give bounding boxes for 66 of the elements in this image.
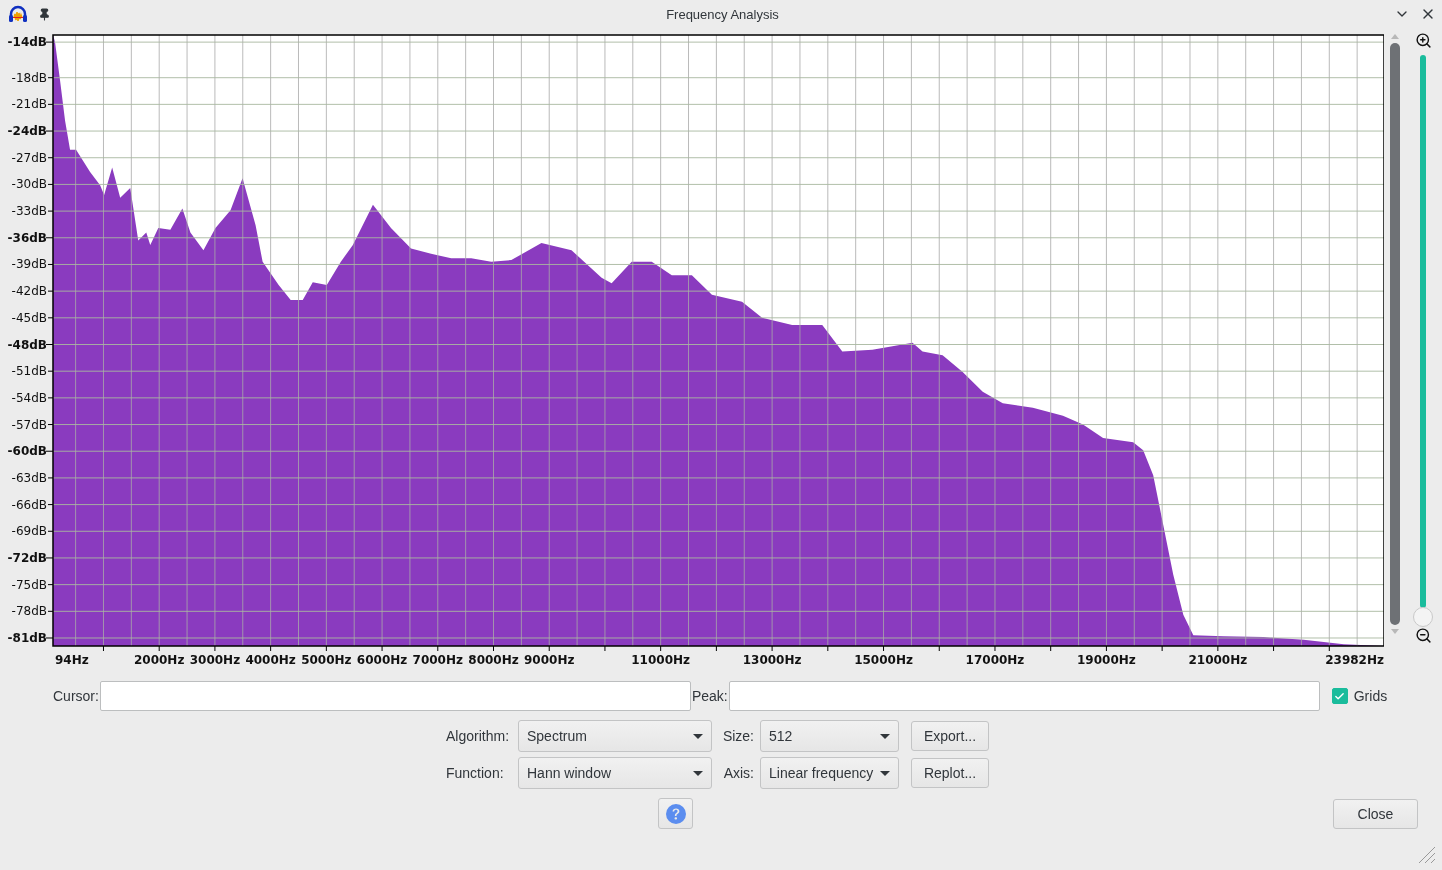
zoom-out-icon[interactable] <box>1414 627 1432 644</box>
action-button[interactable]: Export... <box>911 721 989 751</box>
x-axis-label: 19000Hz <box>1077 653 1136 667</box>
x-axis-label: 13000Hz <box>742 653 802 667</box>
y-axis-label: -33dB <box>11 204 47 219</box>
y-axis-label: -39dB <box>11 257 47 272</box>
y-axis-label: -42dB <box>11 284 47 299</box>
setting-dropdown[interactable]: Linear frequency <box>760 757 899 789</box>
scroll-down-icon[interactable] <box>1391 629 1399 634</box>
setting-label: Function: <box>446 765 505 781</box>
x-axis-label: 9000Hz <box>524 653 575 667</box>
y-axis-label: -66dB <box>11 497 47 512</box>
x-axis-label: 94Hz <box>55 653 89 667</box>
y-axis-label: -75dB <box>11 577 47 592</box>
y-axis-label: -21dB <box>11 97 47 112</box>
grids-label: Grids <box>1353 688 1388 704</box>
y-axis-label: -81dB <box>7 631 47 645</box>
setting-dropdown[interactable]: Spectrum <box>518 720 712 752</box>
close-button[interactable]: Close <box>1333 798 1418 829</box>
y-axis-label: -63dB <box>11 470 47 485</box>
scroll-up-icon[interactable] <box>1391 34 1399 39</box>
x-axis-label: 4000Hz <box>245 653 296 667</box>
grids-checkbox[interactable] <box>1331 688 1348 704</box>
setting-label: Axis: <box>722 765 754 781</box>
help-button[interactable] <box>658 798 693 829</box>
slider-handle[interactable] <box>1413 607 1433 627</box>
setting-dropdown[interactable]: 512 <box>760 720 899 752</box>
window-title: Frequency Analysis <box>665 6 780 22</box>
x-axis-label: 5000Hz <box>301 653 352 667</box>
y-axis-label: -54dB <box>11 390 47 405</box>
y-axis-label: -36dB <box>7 230 47 245</box>
question-mark-icon <box>665 803 686 824</box>
y-axis-label: -69dB <box>11 524 47 539</box>
y-axis-label: -14dB <box>7 35 47 50</box>
x-axis-label: 21000Hz <box>1188 653 1248 667</box>
action-button[interactable]: Replot... <box>911 758 989 788</box>
y-axis-label: -30dB <box>11 177 47 192</box>
x-axis-label: 3000Hz <box>189 653 241 667</box>
y-axis-label: -72dB <box>7 550 47 565</box>
y-axis-label: -57dB <box>11 417 47 432</box>
x-axis-label: 8000Hz <box>468 653 519 667</box>
y-axis-label: -78dB <box>11 604 47 619</box>
setting-label: Algorithm: <box>446 728 511 744</box>
headphones-logo-icon <box>8 5 28 23</box>
cursor-label: Cursor: <box>53 688 99 704</box>
x-axis-label: 11000Hz <box>631 653 691 667</box>
y-axis-label: -18dB <box>11 70 47 85</box>
pin-icon[interactable] <box>38 7 51 21</box>
y-axis-label: -24dB <box>7 124 47 139</box>
setting-label: Size: <box>721 728 754 744</box>
x-axis-label: 17000Hz <box>965 653 1025 667</box>
zoom-in-icon[interactable] <box>1414 32 1432 49</box>
y-axis-label: -45dB <box>11 310 47 325</box>
setting-dropdown[interactable]: Hann window <box>518 757 712 789</box>
x-axis-label: 23982Hz <box>1325 653 1384 667</box>
x-axis-label: 7000Hz <box>412 653 463 667</box>
checkmark-icon <box>1334 690 1346 702</box>
resize-grip-icon[interactable] <box>1416 844 1436 864</box>
x-axis-label: 2000Hz <box>134 653 185 667</box>
x-axis-label: 15000Hz <box>854 653 913 667</box>
y-axis-label: -60dB <box>7 444 47 459</box>
y-axis-label: -48dB <box>7 337 47 352</box>
x-axis-label: 6000Hz <box>356 653 408 667</box>
peak-label: Peak: <box>691 688 728 704</box>
y-axis-label: -27dB <box>11 150 47 165</box>
y-axis-label: -51dB <box>11 364 47 379</box>
